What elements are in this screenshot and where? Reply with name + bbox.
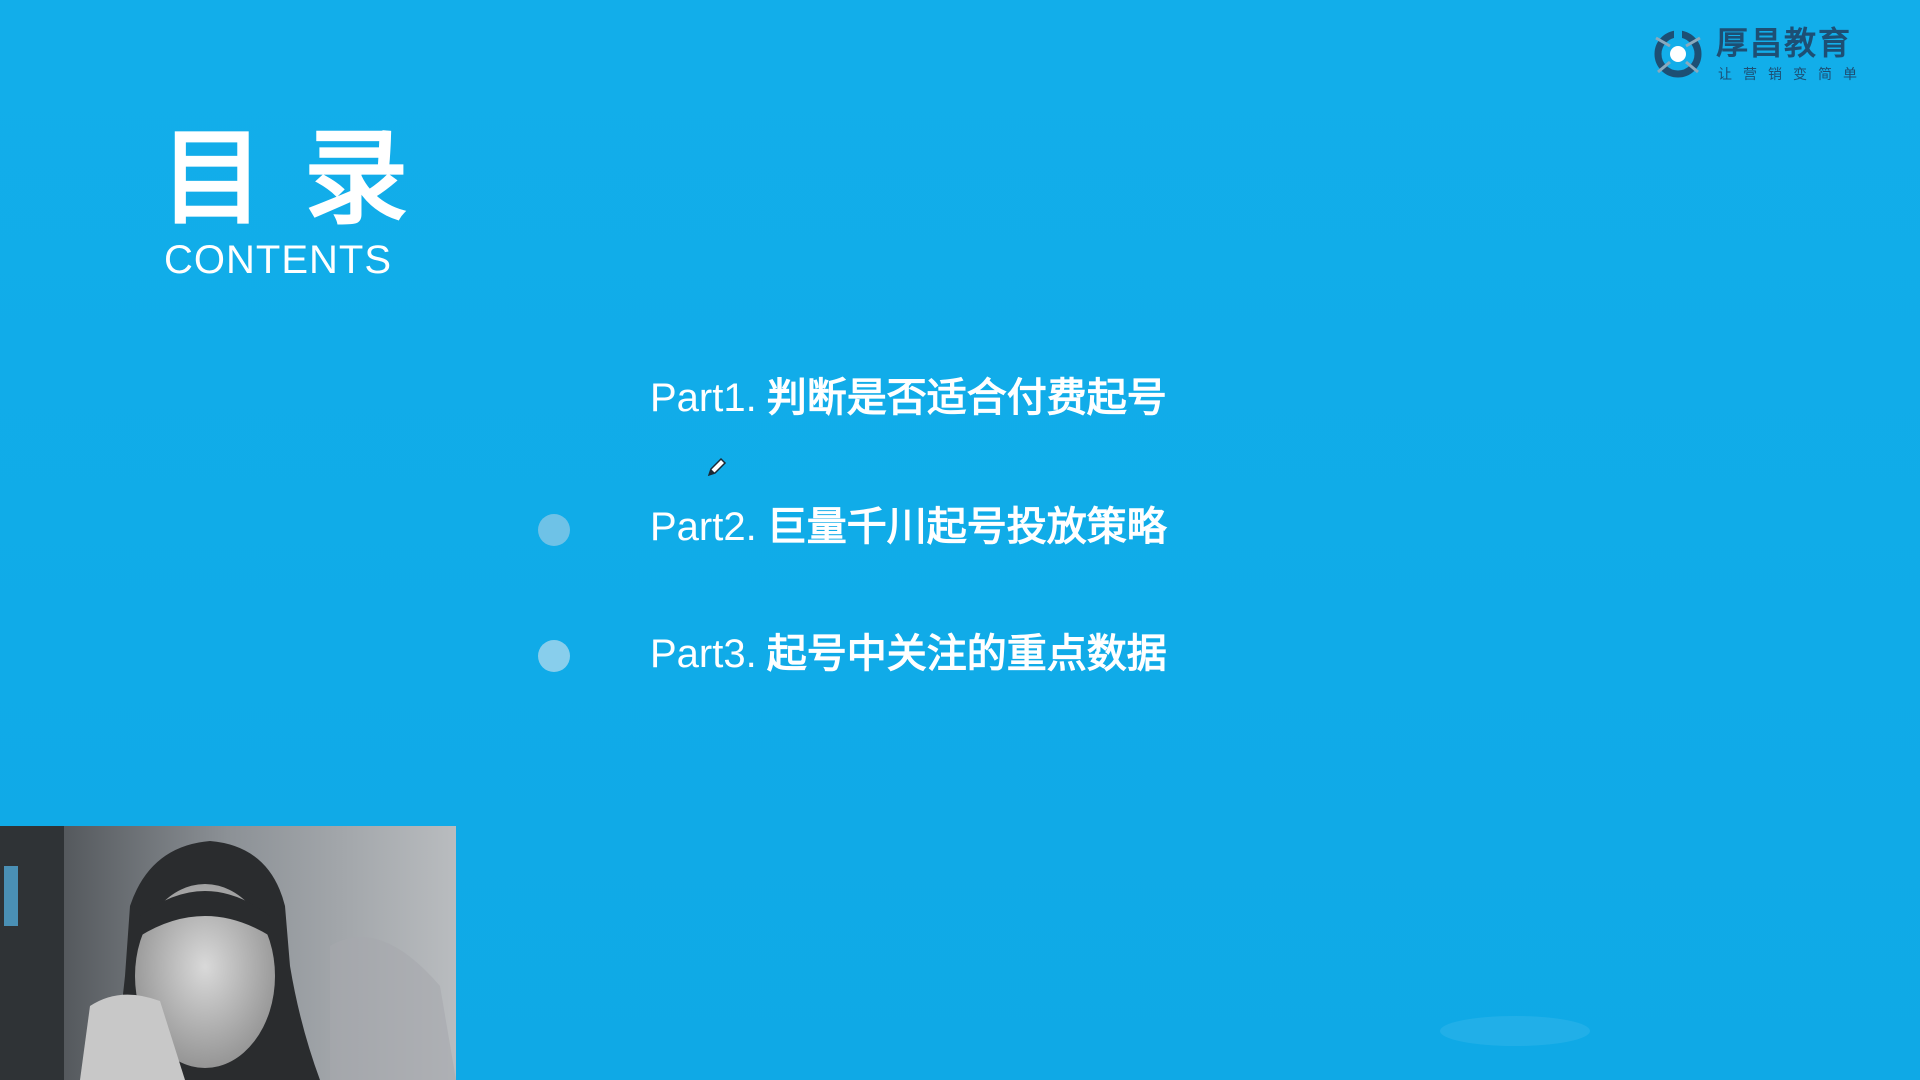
item-topic: 判断是否适合付费起号 — [766, 375, 1167, 421]
page-subtitle: CONTENTS — [164, 238, 392, 282]
item-topic: 巨量千川起号投放策略 — [766, 504, 1167, 550]
item-part-label: Part1. — [650, 376, 757, 420]
presenter-video-frame — [0, 826, 456, 1080]
contents-item-1: Part1. 判断是否适合付费起号 — [650, 368, 1167, 428]
pen-cursor-icon — [707, 457, 727, 477]
slide: 厚昌教育 让营销变简单 目录 CONTENTS Part1. 判断是否适合付费起号… — [0, 0, 1920, 1080]
webcam-video — [0, 826, 456, 1080]
bullet-dot — [538, 514, 570, 546]
page-title: 目录 — [160, 117, 449, 239]
brand-logo: 厚昌教育 让营销变简单 — [1648, 22, 1874, 88]
watermark-smudge — [1440, 1016, 1590, 1046]
item-part-label: Part3. — [650, 632, 757, 676]
logo-slogan: 让营销变简单 — [1718, 67, 1868, 83]
item-part-label: Part2. — [650, 505, 757, 549]
contents-item-2: Part2. 巨量千川起号投放策略 — [650, 497, 1167, 557]
item-topic: 起号中关注的重点数据 — [766, 631, 1167, 677]
contents-item-3: Part3. 起号中关注的重点数据 — [650, 624, 1167, 684]
logo-title: 厚昌教育 — [1716, 24, 1853, 62]
bullet-dot — [538, 640, 570, 672]
logo-mark-icon — [1654, 30, 1702, 78]
